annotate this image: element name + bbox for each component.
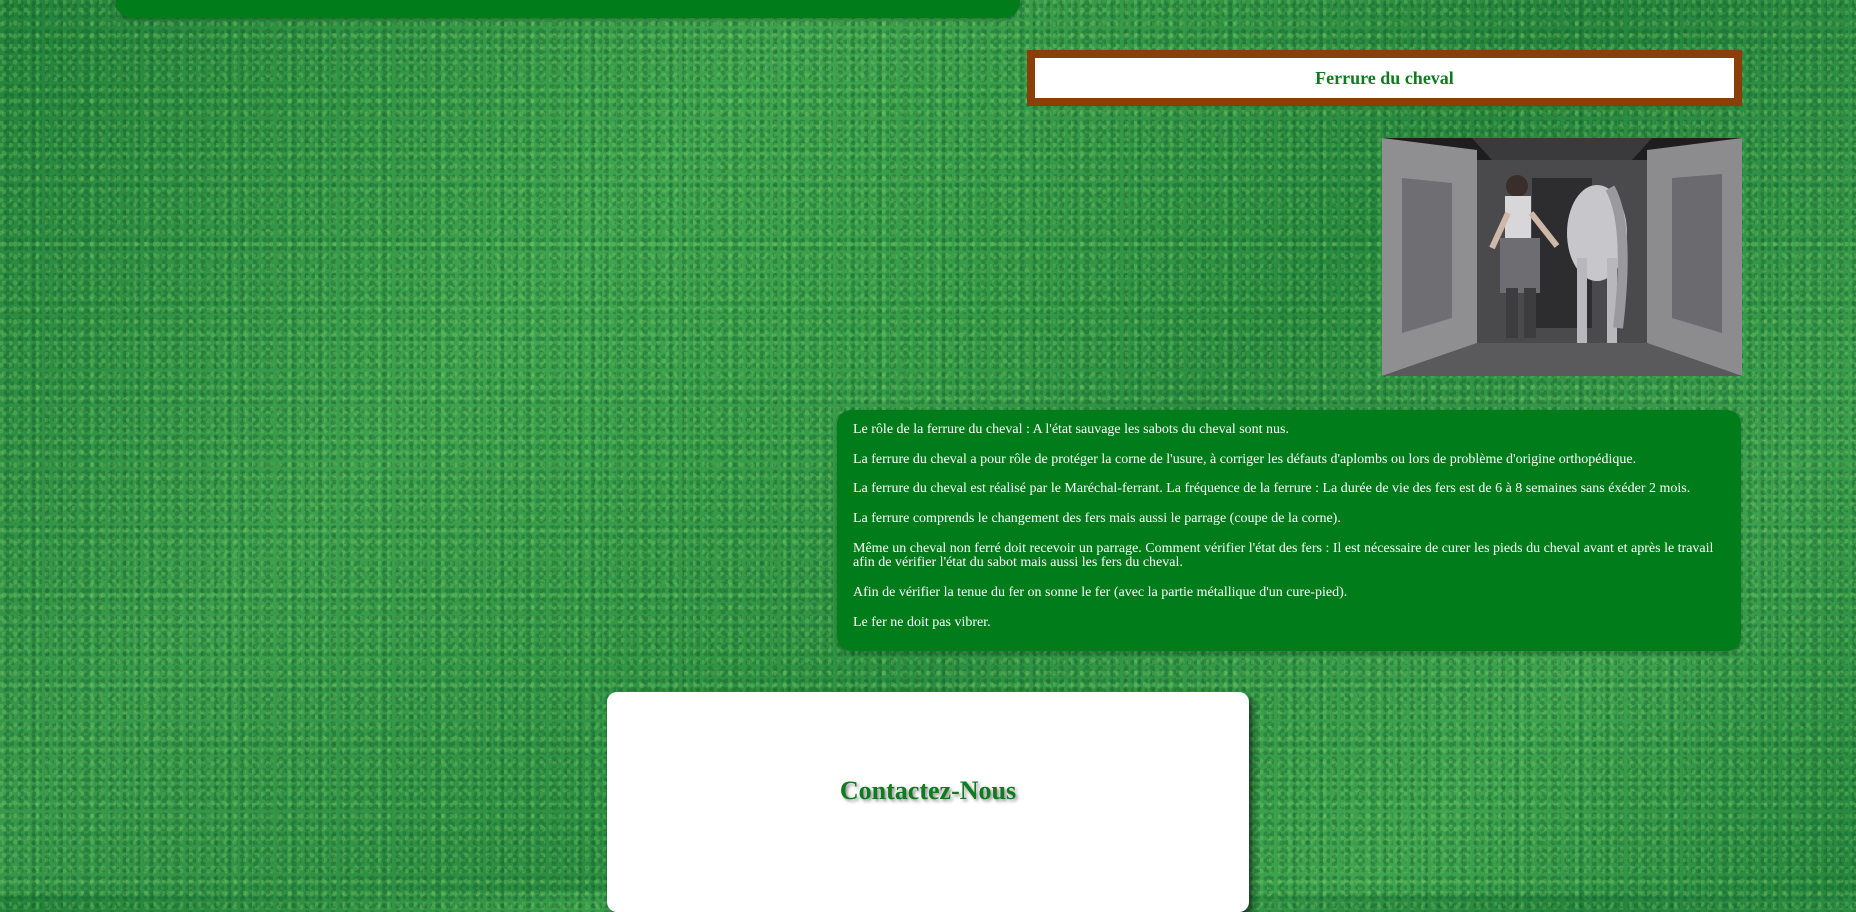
info-paragraph: La ferrure comprends le changement des f… xyxy=(853,511,1341,527)
info-paragraph: Le rôle de la ferrure du cheval : A l'ét… xyxy=(853,422,1289,437)
info-paragraph: Même un cheval non ferré doit recevoir u… xyxy=(853,540,1714,571)
section-title: Ferrure du cheval xyxy=(1315,67,1454,88)
top-content-card xyxy=(116,0,1020,18)
farrier-photo xyxy=(1382,138,1742,376)
info-paragraph: Le fer ne doit pas vibrer. xyxy=(853,614,991,630)
horseshoeing-info-card: Le rôle de la ferrure du cheval : A l'ét… xyxy=(837,410,1741,651)
contact-card[interactable]: Contactez-Nous xyxy=(607,692,1249,912)
info-paragraph: Afin de vérifier la tenue du fer on sonn… xyxy=(853,585,1348,601)
info-paragraph: La ferrure du cheval est réalisé par le … xyxy=(853,481,1691,497)
info-paragraph: La ferrure du cheval a pour rôle de prot… xyxy=(853,451,1637,467)
contact-title[interactable]: Contactez-Nous xyxy=(607,776,1249,806)
section-title-box: Ferrure du cheval xyxy=(1027,50,1742,106)
top-card-clipped-text xyxy=(138,0,998,3)
